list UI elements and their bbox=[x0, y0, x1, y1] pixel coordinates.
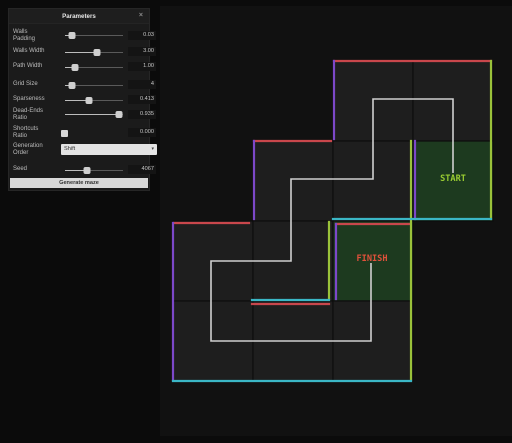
maze-cell bbox=[252, 140, 334, 222]
generate-maze-button[interactable]: Generate maze bbox=[10, 178, 148, 188]
slider-knob[interactable] bbox=[115, 111, 123, 118]
shortcuts-checkbox[interactable] bbox=[61, 130, 68, 137]
seed-slider[interactable] bbox=[65, 167, 123, 174]
dead-ends-ratio-value[interactable]: 0.935 bbox=[128, 110, 156, 119]
sparseness-value[interactable]: 0.413 bbox=[128, 95, 156, 104]
slider-fill bbox=[65, 52, 97, 53]
row-sparseness: Sparseness 0.413 bbox=[9, 95, 156, 105]
finish-label: FINISH bbox=[356, 254, 387, 264]
seed-label: Seed bbox=[13, 166, 28, 172]
sparseness-label: Sparseness bbox=[13, 96, 45, 102]
walls-width-slider[interactable] bbox=[65, 49, 123, 56]
dead-ends-ratio-label: Dead-Ends Ratio bbox=[13, 108, 44, 121]
walls-width-label: Walls Width bbox=[13, 48, 45, 54]
close-icon[interactable]: × bbox=[139, 12, 143, 19]
slider-knob[interactable] bbox=[83, 167, 91, 174]
row-walls-padding: Walls Padding 0.03 bbox=[9, 29, 156, 45]
shortcuts-ratio-label: Shortcuts Ratio bbox=[13, 126, 39, 139]
generation-order-label: Generation Order bbox=[13, 143, 43, 156]
generation-order-select[interactable]: Shift ▾ bbox=[61, 144, 157, 155]
slider-knob[interactable] bbox=[68, 32, 76, 39]
row-walls-width: Walls Width 3.00 bbox=[9, 47, 156, 57]
slider-knob[interactable] bbox=[71, 64, 79, 71]
grid-size-label: Grid Size bbox=[13, 81, 38, 87]
row-dead-ends-ratio: Dead-Ends Ratio 0.935 bbox=[9, 108, 156, 124]
walls-padding-slider[interactable] bbox=[65, 32, 123, 39]
slider-knob[interactable] bbox=[68, 82, 76, 89]
slider-fill bbox=[65, 114, 119, 115]
slider-knob[interactable] bbox=[85, 97, 93, 104]
row-seed: Seed 4067 bbox=[9, 165, 156, 175]
walls-padding-label: Walls Padding bbox=[13, 29, 36, 42]
dead-ends-ratio-slider[interactable] bbox=[65, 111, 123, 118]
grid-size-value[interactable]: 4 bbox=[128, 80, 156, 89]
start-label: START bbox=[440, 174, 466, 184]
row-path-width: Path Width 1.00 bbox=[9, 62, 156, 72]
path-width-label: Path Width bbox=[13, 63, 43, 69]
walls-width-value[interactable]: 3.00 bbox=[128, 47, 156, 56]
path-width-value[interactable]: 1.00 bbox=[128, 62, 156, 71]
seed-value[interactable]: 4067 bbox=[128, 165, 156, 174]
sparseness-slider[interactable] bbox=[65, 97, 123, 104]
generation-order-value: Shift bbox=[64, 146, 76, 152]
parameters-panel: Parameters × Walls Padding 0.03 Walls Wi… bbox=[8, 8, 157, 191]
grid-size-slider[interactable] bbox=[65, 82, 123, 89]
row-shortcuts-ratio: Shortcuts Ratio 0.000 bbox=[9, 126, 156, 142]
path-width-slider[interactable] bbox=[65, 64, 123, 71]
maze-app: START FINISH Parameters × Walls Padding … bbox=[0, 0, 512, 443]
shortcuts-ratio-value[interactable]: 0.000 bbox=[128, 128, 156, 137]
row-grid-size: Grid Size 4 bbox=[9, 80, 156, 90]
row-generation-order: Generation Order Shift ▾ bbox=[9, 143, 157, 159]
panel-header[interactable]: Parameters × bbox=[9, 9, 149, 24]
panel-title: Parameters bbox=[62, 12, 96, 20]
slider-knob[interactable] bbox=[93, 49, 101, 56]
walls-padding-value[interactable]: 0.03 bbox=[128, 31, 156, 40]
chevron-down-icon: ▾ bbox=[151, 146, 154, 152]
